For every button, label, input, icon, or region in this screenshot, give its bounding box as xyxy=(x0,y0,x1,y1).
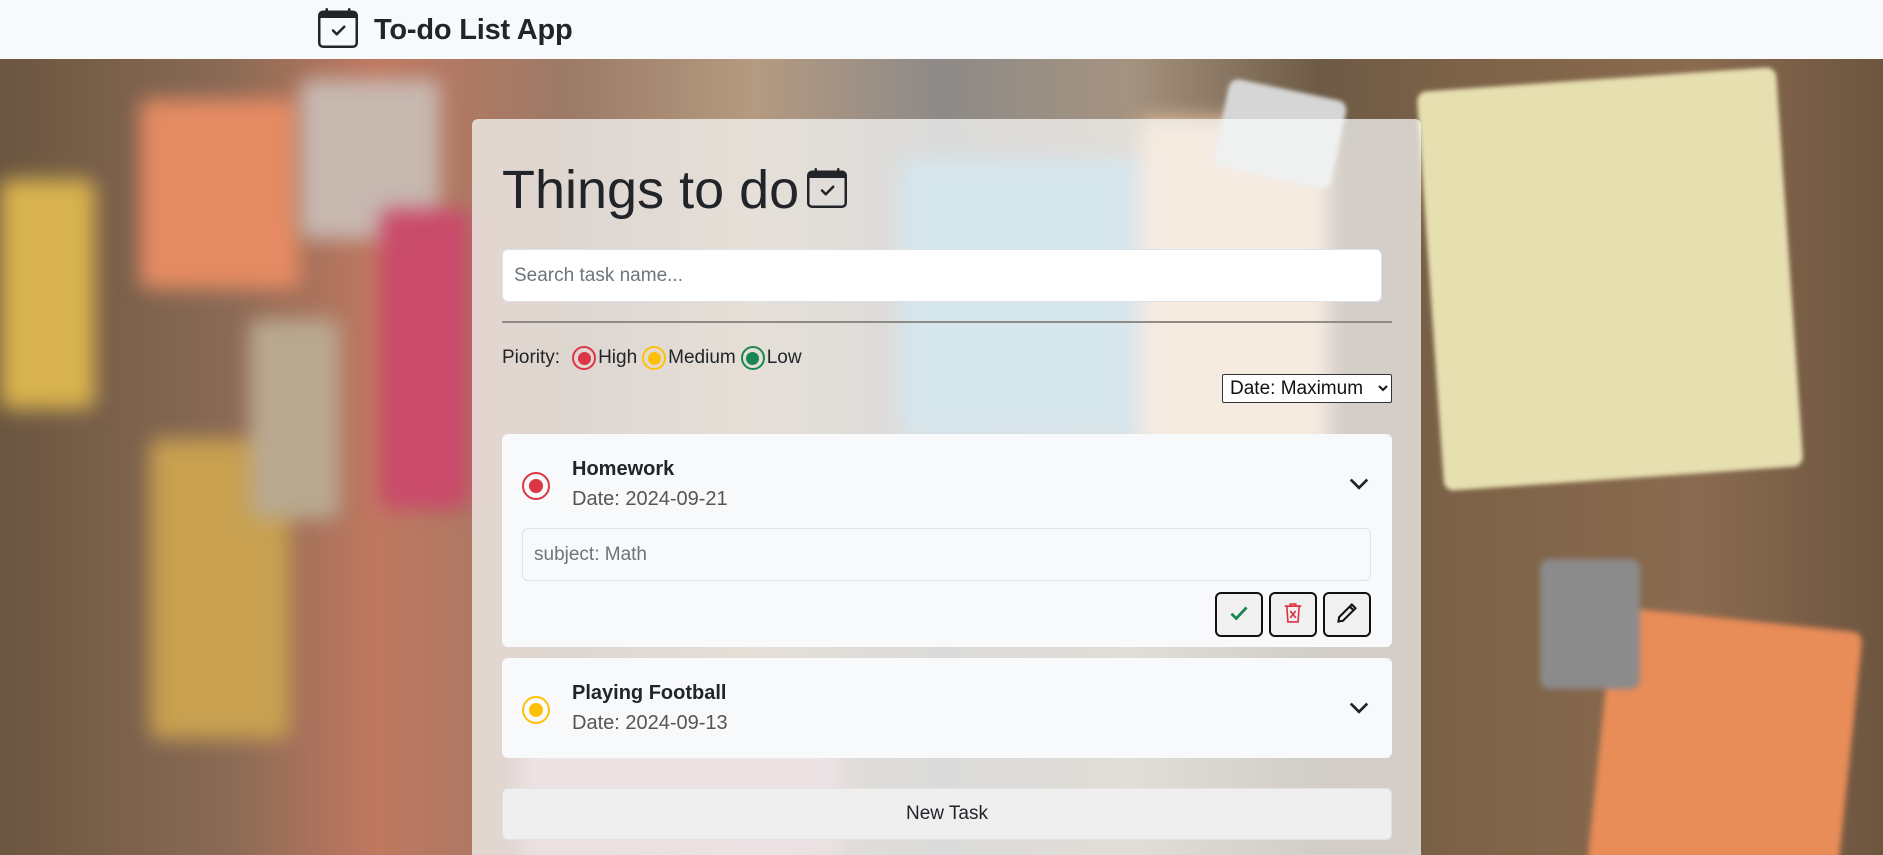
check-icon xyxy=(1228,602,1250,627)
calendar-check-icon xyxy=(318,6,358,55)
complete-task-button[interactable] xyxy=(1215,592,1263,637)
task-name: Homework xyxy=(572,458,675,480)
title-row: Things to do xyxy=(502,159,848,221)
new-task-button[interactable]: New Task xyxy=(502,788,1392,840)
legend-item-low: Low xyxy=(740,346,802,370)
legend-label-high: High xyxy=(598,347,638,368)
todo-card: Things to do Piority: High Medium Low Da… xyxy=(472,119,1421,855)
search-input[interactable] xyxy=(502,249,1382,302)
priority-legend-label: Piority: xyxy=(502,347,561,368)
page-title: Things to do xyxy=(502,160,800,220)
sort-select[interactable]: Date: Maximum xyxy=(1222,374,1392,403)
trash-x-icon xyxy=(1282,601,1304,628)
task-item: Playing Football Date: 2024-09-13 xyxy=(502,658,1392,758)
task-item: Homework Date: 2024-09-21 xyxy=(502,434,1392,647)
priority-legend: Piority: High Medium Low xyxy=(502,346,807,370)
brand-link[interactable]: To-do List App xyxy=(318,6,573,55)
task-name: Playing Football xyxy=(572,682,727,704)
divider xyxy=(502,321,1392,323)
low-priority-icon xyxy=(740,346,765,370)
calendar-check-icon xyxy=(807,166,848,215)
legend-item-medium: Medium xyxy=(642,346,736,370)
navbar: To-do List App xyxy=(0,0,1883,59)
medium-priority-icon xyxy=(642,346,667,370)
chevron-down-icon[interactable] xyxy=(1348,472,1370,494)
legend-item-high: High xyxy=(572,346,637,370)
legend-label-medium: Medium xyxy=(668,347,736,368)
delete-task-button[interactable] xyxy=(1269,592,1317,637)
task-date: Date: 2024-09-13 xyxy=(572,712,728,734)
task-date: Date: 2024-09-21 xyxy=(572,488,728,510)
edit-task-button[interactable] xyxy=(1323,592,1371,637)
brand-title: To-do List App xyxy=(374,14,573,46)
high-priority-icon xyxy=(522,472,550,500)
legend-label-low: Low xyxy=(766,347,802,368)
chevron-down-icon[interactable] xyxy=(1348,696,1370,718)
high-priority-icon xyxy=(572,346,597,370)
task-description-field[interactable] xyxy=(522,528,1371,581)
pencil-icon xyxy=(1336,602,1358,627)
medium-priority-icon xyxy=(522,696,550,724)
